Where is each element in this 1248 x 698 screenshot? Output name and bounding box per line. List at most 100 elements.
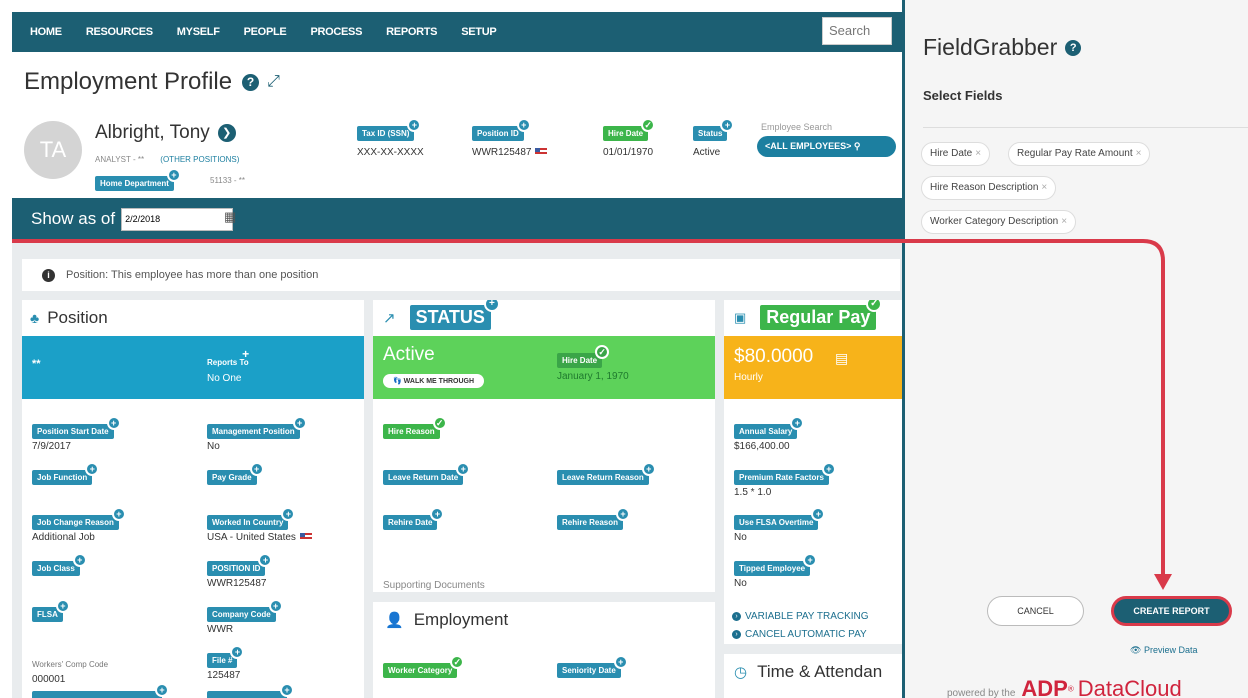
close-icon[interactable]: × [1041, 182, 1047, 193]
home-department-field[interactable]: Home Department + [95, 168, 181, 191]
leave-return-reason-tag[interactable]: Leave Return Reason + [557, 462, 656, 485]
field-chip[interactable]: Hire Reason Description × [921, 176, 1057, 200]
plus-icon[interactable]: + [430, 507, 445, 521]
plus-icon[interactable]: + [111, 507, 126, 521]
create-report-button[interactable]: CREATE REPORT [1111, 596, 1232, 626]
plus-icon[interactable]: + [239, 348, 253, 363]
plus-icon[interactable]: + [155, 683, 169, 697]
plus-icon[interactable]: + [790, 416, 805, 430]
plus-icon[interactable]: + [106, 416, 121, 430]
employee-search-button[interactable]: <ALL EMPLOYEES> ⚲ [757, 136, 896, 157]
tipped-employee-tag[interactable]: Tipped Employee + [734, 553, 818, 576]
plus-icon[interactable]: + [516, 118, 531, 132]
help-icon[interactable]: ? [242, 73, 260, 91]
chevron-right-icon[interactable]: ❯ [217, 124, 236, 142]
position-id-tag-2[interactable]: POSITION ID + [207, 553, 273, 576]
rehire-reason-tag[interactable]: Rehire Reason + [557, 507, 631, 530]
check-icon[interactable]: ✓ [866, 300, 883, 312]
home-department-tag[interactable]: Home Department + [95, 168, 181, 191]
check-icon[interactable]: ✓ [641, 118, 656, 132]
nav-home[interactable]: HOME [30, 26, 62, 38]
leave-return-date-tag[interactable]: Leave Return Date + [383, 462, 471, 485]
field-chip[interactable]: Worker Category Description × [921, 210, 1077, 234]
plus-icon[interactable]: + [268, 599, 283, 613]
position-id-tag[interactable]: Position ID + [472, 118, 531, 141]
plus-icon[interactable]: + [292, 416, 307, 430]
plus-icon[interactable]: + [407, 118, 422, 132]
check-icon[interactable]: ✓ [450, 655, 465, 669]
plus-icon[interactable]: + [811, 507, 826, 521]
rehire-date-tag[interactable]: Rehire Date + [383, 507, 445, 530]
plus-icon[interactable]: + [641, 462, 656, 476]
nav-process[interactable]: PROCESS [310, 26, 362, 38]
search-input[interactable]: Search [822, 17, 892, 45]
file-number-tag[interactable]: File # + [207, 645, 245, 668]
preview-data-link[interactable]: 👁 Preview Data [1130, 645, 1197, 656]
plus-icon[interactable]: + [616, 507, 631, 521]
status-tag[interactable]: Status + [693, 118, 735, 141]
plus-icon[interactable]: + [821, 462, 836, 476]
supporting-documents-link[interactable]: Supporting Documents [383, 580, 485, 591]
plus-icon[interactable]: + [613, 655, 628, 669]
company-code-tag[interactable]: Company Code + [207, 599, 283, 622]
worked-in-country-tag[interactable]: Worked In Country + [207, 507, 296, 530]
variable-pay-tracking-link[interactable]: › VARIABLE PAY TRACKING [732, 611, 869, 622]
calendar-icon[interactable]: ▦ [224, 209, 236, 225]
other-positions-link[interactable]: (OTHER POSITIONS) [160, 155, 239, 164]
cancel-automatic-pay-link[interactable]: › CANCEL AUTOMATIC PAY [732, 629, 867, 640]
field-chip[interactable]: Regular Pay Rate Amount × [1008, 142, 1151, 166]
check-icon[interactable]: ✓ [432, 416, 447, 430]
plus-icon[interactable]: + [280, 683, 294, 697]
job-class-tag[interactable]: Job Class + [32, 553, 87, 576]
plus-icon[interactable]: + [483, 300, 500, 312]
nav-people[interactable]: PEOPLE [244, 26, 287, 38]
regular-pay-card-title: Regular Pay [766, 307, 871, 327]
tax-id-tag[interactable]: Tax ID (SSN) + [357, 118, 422, 141]
assignment-tag[interactable]: + [207, 683, 294, 698]
hire-date-tag[interactable]: Hire Date ✓ [603, 118, 656, 141]
help-icon[interactable]: ? [1065, 39, 1082, 56]
plus-icon[interactable]: + [55, 599, 70, 613]
plus-icon[interactable]: + [85, 462, 100, 476]
use-flsa-overtime-tag[interactable]: Use FLSA Overtime + [734, 507, 826, 530]
plus-icon[interactable]: + [258, 553, 273, 567]
nav-myself[interactable]: MYSELF [177, 26, 220, 38]
close-icon[interactable]: × [975, 148, 981, 159]
annual-salary-tag[interactable]: Annual Salary + [734, 416, 805, 439]
premium-rate-factors-tag[interactable]: Premium Rate Factors + [734, 462, 836, 485]
job-function-tag[interactable]: Job Function + [32, 462, 100, 485]
close-icon[interactable]: × [1061, 216, 1067, 227]
job-change-reason-tag[interactable]: Job Change Reason + [32, 507, 126, 530]
nav-reports[interactable]: REPORTS [386, 26, 437, 38]
plus-icon[interactable]: + [803, 553, 818, 567]
plus-icon[interactable]: + [281, 507, 296, 521]
field-chip[interactable]: Hire Date × [921, 142, 991, 166]
show-as-of-date-input[interactable] [121, 207, 234, 231]
position-start-date-tag[interactable]: Position Start Date + [32, 416, 121, 439]
reports-to-tag[interactable]: Reports To + [207, 348, 249, 367]
regular-pay-title-tag[interactable]: Regular Pay ✓ [760, 300, 883, 330]
plus-icon[interactable]: + [249, 462, 264, 476]
eeo-tag[interactable]: + [32, 683, 169, 698]
calculator-icon[interactable]: ▤ [835, 350, 848, 367]
status-title-tag[interactable]: STATUS + [409, 300, 500, 330]
expand-icon[interactable]: ⤢ [267, 73, 280, 91]
flsa-tag[interactable]: FLSA + [32, 599, 70, 622]
check-icon[interactable]: ✓ [595, 345, 610, 359]
seniority-date-tag[interactable]: Seniority Date + [557, 655, 628, 678]
walk-me-through-button[interactable]: 👣 WALK ME THROUGH [383, 374, 485, 388]
worker-category-tag[interactable]: Worker Category ✓ [383, 655, 465, 678]
cancel-button[interactable]: CANCEL [987, 596, 1084, 626]
pay-grade-tag[interactable]: Pay Grade + [207, 462, 264, 485]
plus-icon[interactable]: + [456, 462, 471, 476]
plus-icon[interactable]: + [166, 168, 181, 182]
plus-icon[interactable]: + [720, 118, 735, 132]
plus-icon[interactable]: + [72, 553, 87, 567]
plus-icon[interactable]: + [230, 645, 245, 659]
hire-reason-tag[interactable]: Hire Reason ✓ [383, 416, 447, 439]
nav-resources[interactable]: RESOURCES [86, 26, 153, 38]
status-hire-date-tag[interactable]: Hire Date ✓ [557, 345, 610, 368]
nav-setup[interactable]: SETUP [461, 26, 496, 38]
close-icon[interactable]: × [1136, 148, 1142, 159]
management-position-tag[interactable]: Management Position + [207, 416, 307, 439]
